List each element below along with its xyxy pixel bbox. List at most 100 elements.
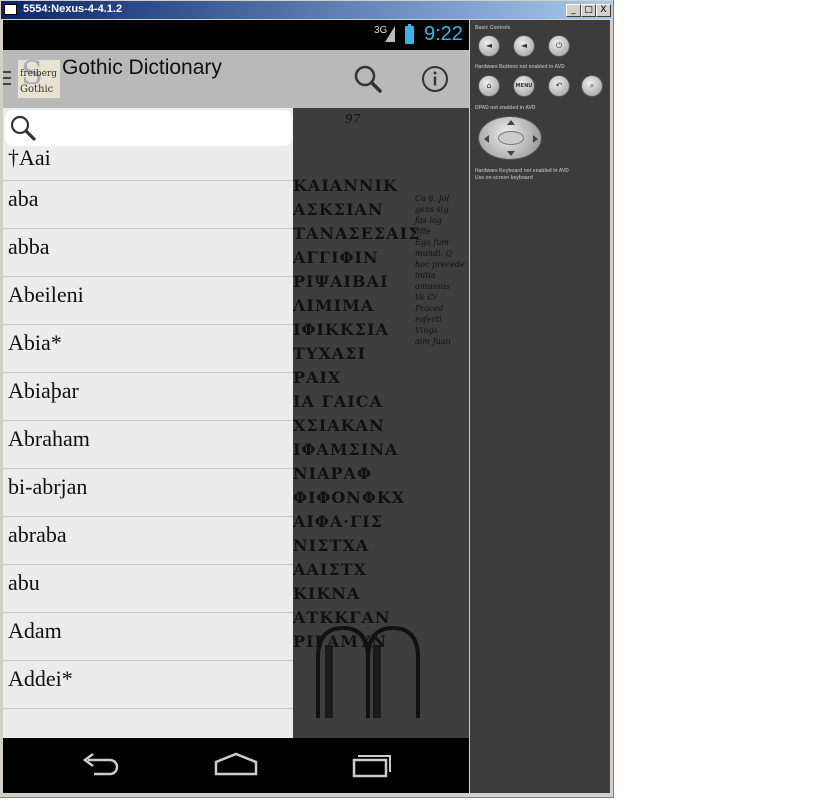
manuscript-note: ofte <box>415 227 431 236</box>
list-item[interactable]: abba <box>3 229 293 277</box>
manuscript-line: ΡΙΨΑΙΒΑΙ <box>293 272 389 291</box>
manuscript-line: ΑΣΚΣΙΑΝ <box>293 200 384 219</box>
volume-down-icon[interactable]: ◄ <box>478 35 500 57</box>
dpad-control[interactable] <box>478 116 542 160</box>
manuscript-line: ΤΑΝΑΣΕΣΑΙΣ <box>293 224 421 243</box>
list-item-label: †Aai <box>8 145 51 170</box>
battery-icon <box>405 24 414 44</box>
manuscript-page-number: 97 <box>345 112 361 126</box>
volume-up-icon[interactable]: ◄ <box>513 35 535 57</box>
home-icon[interactable] <box>211 750 261 780</box>
list-item[interactable]: aba <box>3 181 293 229</box>
window-icon <box>4 4 17 15</box>
logo-line-2: Gothic <box>20 84 54 95</box>
search-icon[interactable] <box>350 61 386 97</box>
list-item[interactable]: Abiaþar <box>3 373 293 421</box>
search-icon <box>10 115 36 141</box>
manuscript-line: ΙΑ ΓΑΙCA <box>293 392 383 411</box>
app-title: Gothic Dictionary <box>62 56 222 79</box>
manuscript-note: Ve Cr <box>415 293 438 302</box>
manuscript-note: initia <box>415 271 436 280</box>
emulator-window: 5554:Nexus-4-4.1.2 _ □ X 3G 9:22 S freib… <box>0 0 614 798</box>
window-title: 5554:Nexus-4-4.1.2 <box>23 3 123 15</box>
list-item[interactable]: Abraham <box>3 421 293 469</box>
manuscript-line: ΝΙΣΤΧΑ <box>293 536 370 555</box>
dpad-left-icon[interactable] <box>484 135 489 143</box>
manuscript-image: 97 ΚΑΙΑΝΝΙΚ ΑΣΚΣΙΑΝ ΤΑΝΑΣΕΣΑΙΣ ΑΓΓΙΦΙΝ ΡΙΨΑΙ… <box>293 108 469 738</box>
manuscript-note: fas log <box>415 216 442 225</box>
emulator-controls-panel: Basic Controls ◄ ◄ ⏻ Hardware Buttons no… <box>470 20 610 793</box>
list-item-label: Adam <box>8 618 62 643</box>
manuscript-line: ΝΙΑΡΑΦ <box>293 464 372 483</box>
hardware-buttons-label: Hardware Buttons not enabled in AVD <box>475 64 565 70</box>
manuscript-line: ΧΣΙΑΚΑΝ <box>293 416 385 435</box>
minimize-button[interactable]: _ <box>566 4 581 17</box>
list-item[interactable]: Abia* <box>3 325 293 373</box>
drawer-indicator-icon[interactable] <box>3 71 11 89</box>
hw-search-icon[interactable]: ⌕ <box>581 75 603 97</box>
back-icon[interactable] <box>76 750 126 780</box>
manuscript-note: hoc precede <box>415 260 465 269</box>
dpad-label: DPAD not enabled in AVD <box>475 105 536 111</box>
navigation-drawer: †Aai aba abba Abeileni Abia* Abiaþar Abraham bi… <box>3 108 293 738</box>
manuscript-line: ΑΓΓΙΦΙΝ <box>293 248 379 267</box>
list-item-label: aba <box>8 186 39 211</box>
status-bar: 3G 9:22 <box>3 20 469 50</box>
dpad-up-icon[interactable] <box>507 120 515 125</box>
close-button[interactable]: X <box>596 4 611 17</box>
manuscript-note: gens sig <box>415 205 449 214</box>
manuscript-line: ΑΙΦΑ·ΓΙΣ <box>293 512 383 531</box>
keyboard-label: Hardware Keyboard not enabled in AVD <box>475 168 569 174</box>
manuscript-line: ΙΦΙΚΚΣΙΑ <box>293 320 389 339</box>
list-item-label: Abiaþar <box>8 378 79 403</box>
manuscript-line: ΑΑΙΣΤΧ <box>293 560 367 579</box>
entry-list: †Aai aba abba Abeileni Abia* Abiaþar Abraham bi… <box>3 145 293 709</box>
hw-back-icon[interactable]: ↶ <box>548 75 570 97</box>
search-input[interactable] <box>43 116 287 142</box>
list-item-label: abraba <box>8 522 67 547</box>
power-icon[interactable]: ⏻ <box>548 35 570 57</box>
list-item[interactable]: bi-abrjan <box>3 469 293 517</box>
manuscript-line: ΙΦΑΜΣΙΝΑ <box>293 440 399 459</box>
info-icon[interactable] <box>417 61 453 97</box>
manuscript-note: aim Juan <box>415 337 451 346</box>
list-item[interactable]: †Aai <box>3 145 293 181</box>
manuscript-note: mundi. Q <box>415 249 453 258</box>
maximize-button[interactable]: □ <box>581 4 596 17</box>
manuscript-note: rofecti <box>415 315 442 324</box>
manuscript-line: ΤΥΧΑΣΙ <box>293 344 366 363</box>
manuscript-line: ΚΙΚΝΑ <box>293 584 361 603</box>
app-logo[interactable]: S freiberg Gothic <box>18 60 60 98</box>
list-item[interactable]: Abeileni <box>3 277 293 325</box>
manuscript-note: Ego fum <box>415 238 450 247</box>
dpad-right-icon[interactable] <box>533 135 538 143</box>
clock: 9:22 <box>424 23 463 45</box>
list-item[interactable]: Addei* <box>3 661 293 709</box>
manuscript-arches <box>316 625 420 718</box>
list-item-label: Abraham <box>8 426 90 451</box>
logo-line-1: freiberg <box>20 69 57 79</box>
manuscript-line: ΦΙΦΟΝΦΚΧ <box>293 488 406 507</box>
dpad-down-icon[interactable] <box>507 151 515 156</box>
list-item[interactable]: Adam <box>3 613 293 661</box>
list-item-label: abu <box>8 570 40 595</box>
hw-menu-button[interactable]: MENU <box>513 75 535 97</box>
search-box[interactable] <box>5 110 292 146</box>
hw-home-icon[interactable]: ⌂ <box>478 75 500 97</box>
list-item-label: Addei* <box>8 666 73 691</box>
manuscript-note: amussus <box>415 282 450 291</box>
manuscript-line: ΡΑΙΧ <box>293 368 342 387</box>
manuscript-note: Vings <box>415 326 438 335</box>
manuscript-line: ΚΑΙΑΝΝΙΚ <box>293 176 398 195</box>
list-item-label: Abia* <box>8 330 62 355</box>
dpad-center[interactable] <box>498 131 524 145</box>
manuscript-note: Ca 8. Jol <box>415 194 450 203</box>
action-bar: S freiberg Gothic Gothic Dictionary <box>3 50 469 108</box>
navigation-bar <box>3 738 469 793</box>
window-titlebar[interactable]: 5554:Nexus-4-4.1.2 _ □ X <box>1 1 612 19</box>
device-screen: 3G 9:22 S freiberg Gothic Gothic Diction… <box>3 20 469 793</box>
keyboard-hint: Use on screen keyboard <box>475 175 533 181</box>
list-item[interactable]: abu <box>3 565 293 613</box>
recent-apps-icon[interactable] <box>346 750 396 780</box>
list-item[interactable]: abraba <box>3 517 293 565</box>
